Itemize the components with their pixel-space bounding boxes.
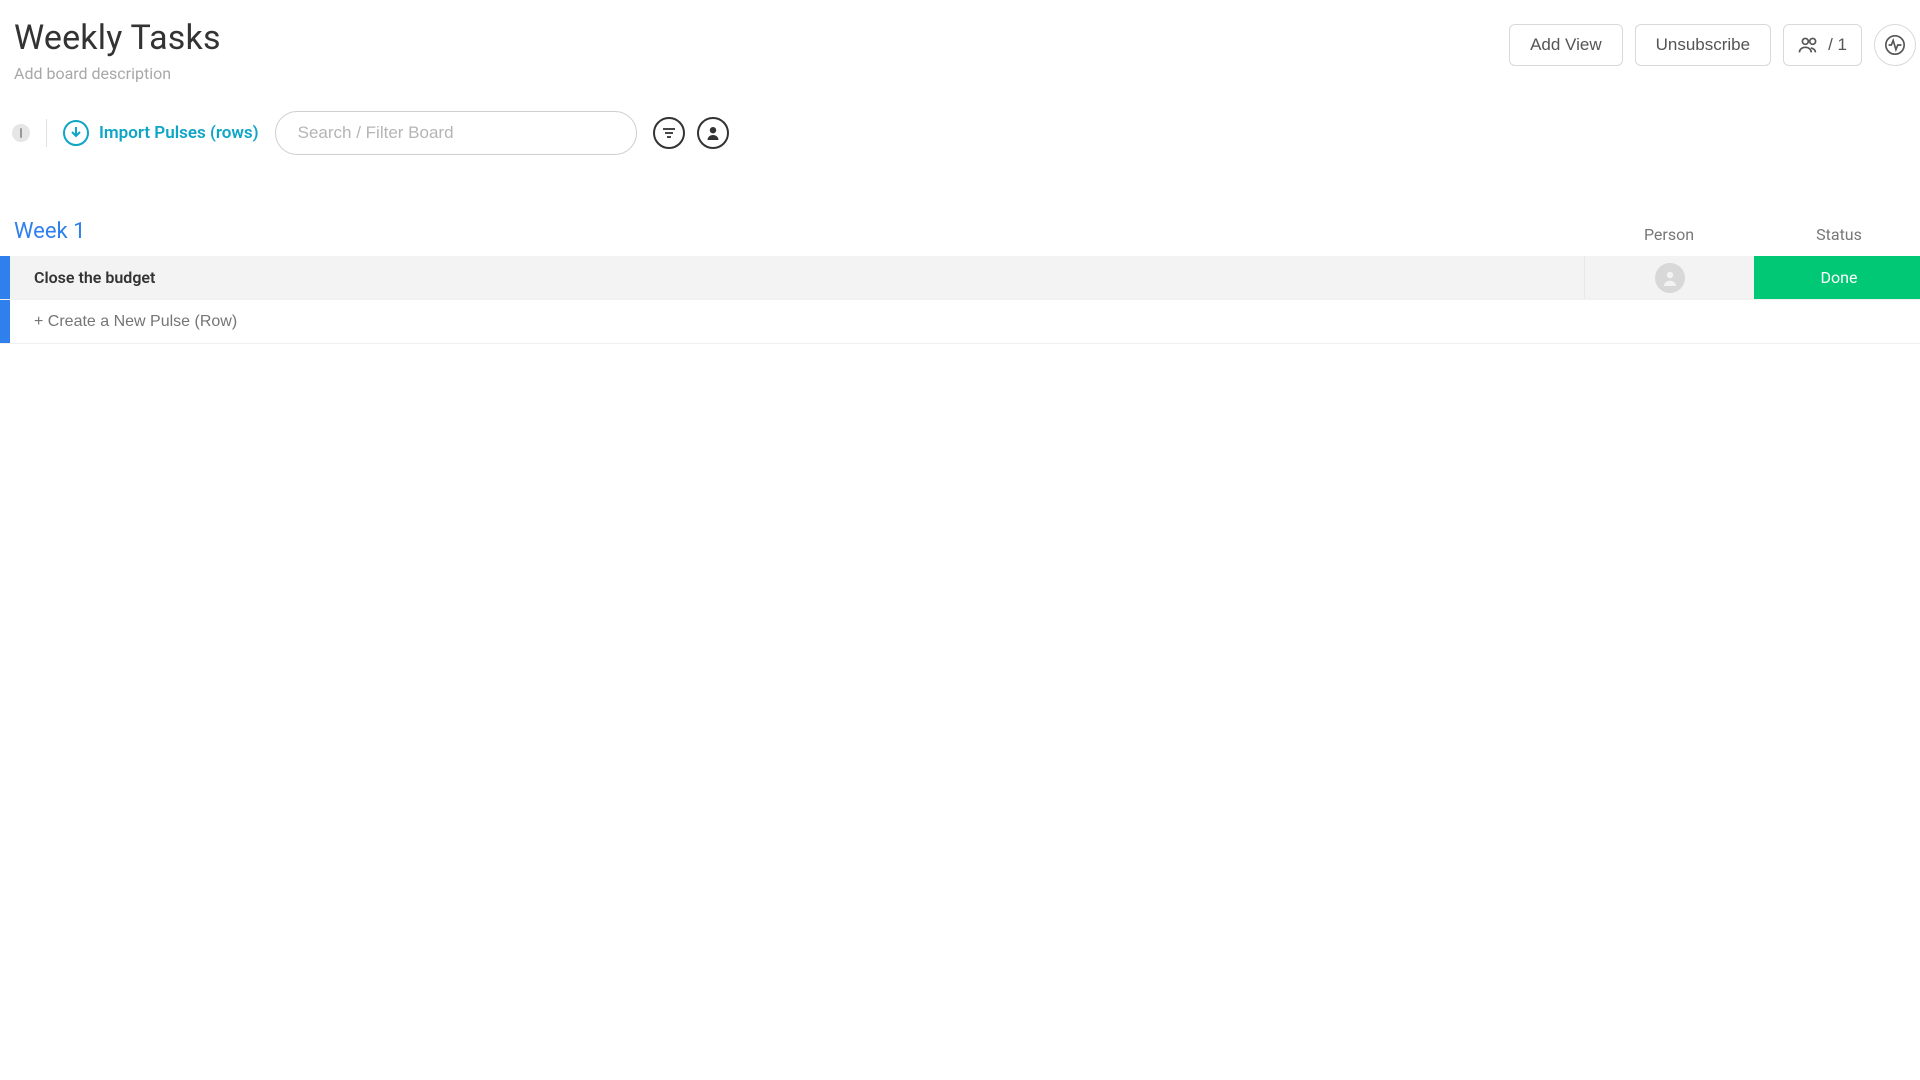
column-header-status[interactable]: Status xyxy=(1754,225,1920,244)
import-pulses-link[interactable]: Import Pulses (rows) xyxy=(63,120,259,146)
people-icon xyxy=(1798,36,1820,54)
separator xyxy=(46,119,47,147)
members-count-label: / 1 xyxy=(1828,35,1847,55)
row-accent xyxy=(0,300,10,343)
person-filter-button[interactable] xyxy=(697,117,729,149)
download-icon xyxy=(63,120,89,146)
row-accent xyxy=(0,256,10,299)
empty-avatar-icon xyxy=(1655,263,1685,293)
unsubscribe-button[interactable]: Unsubscribe xyxy=(1635,24,1772,66)
members-button[interactable]: / 1 xyxy=(1783,24,1862,66)
board-description[interactable]: Add board description xyxy=(14,64,221,83)
task-title-cell[interactable]: Close the budget xyxy=(10,256,1584,299)
column-header-person[interactable]: Person xyxy=(1584,225,1754,244)
add-view-button[interactable]: Add View xyxy=(1509,24,1623,66)
search-input[interactable] xyxy=(275,111,637,155)
status-cell[interactable]: Done xyxy=(1754,256,1920,299)
new-pulse-handle[interactable] xyxy=(12,124,30,142)
pulse-icon xyxy=(1884,34,1906,56)
new-pulse-input[interactable] xyxy=(34,313,1920,331)
filter-icon xyxy=(661,125,677,141)
activity-button[interactable] xyxy=(1874,24,1916,66)
person-cell[interactable] xyxy=(1584,256,1754,299)
import-pulses-label: Import Pulses (rows) xyxy=(99,123,259,143)
board-title[interactable]: Weekly Tasks xyxy=(14,18,221,58)
group-title[interactable]: Week 1 xyxy=(0,219,86,244)
filter-button[interactable] xyxy=(653,117,685,149)
person-icon xyxy=(705,125,721,141)
new-pulse-row[interactable] xyxy=(0,300,1920,344)
table-row[interactable]: Close the budget Done xyxy=(0,256,1920,300)
